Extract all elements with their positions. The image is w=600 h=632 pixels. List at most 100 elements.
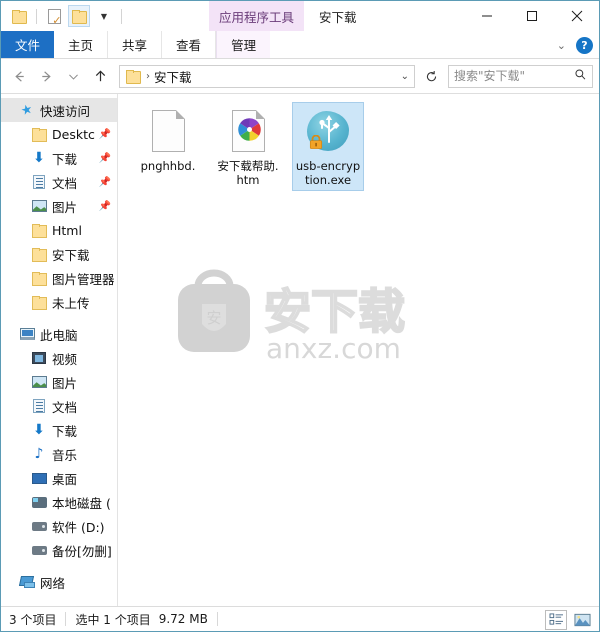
drive-icon [31,518,47,534]
download-icon: ⬇ [33,150,45,166]
usb-encryption-icon [304,107,352,155]
ribbon-right-controls: ⌄ ? [557,31,593,59]
sidebar-item-backup-drive[interactable]: 备份[勿删] [1,538,117,562]
file-grid: pnghhbd. 安下载帮助.htm usb-encryption.exe [118,94,599,199]
music-icon: ♪ [34,446,44,462]
sidebar-item-anxiazai[interactable]: 安下载 [1,242,117,266]
sidebar-item-local-disk[interactable]: 本地磁盘 ( [1,490,117,514]
star-pin-icon: ★ [19,101,35,119]
recent-locations-button[interactable] [61,64,86,89]
sidebar-item-pictures[interactable]: 图片 📌 [1,194,117,218]
folder-icon [31,294,47,310]
window-controls [464,1,599,31]
sidebar-item-documents[interactable]: 文档 📌 [1,170,117,194]
pin-icon: 📌 [98,128,111,140]
up-button[interactable] [88,64,113,89]
ribbon-tab-bar: 文件 主页 共享 查看 管理 ⌄ ? [1,31,599,59]
blank-document-icon [144,107,192,155]
folder-icon [31,126,47,142]
breadcrumb-separator: › [146,70,150,82]
chevron-down-icon[interactable]: ⌄ [557,39,566,52]
maximize-button[interactable] [509,1,554,31]
file-item[interactable]: 安下载帮助.htm [212,102,284,191]
documents-icon [31,174,47,190]
svg-text:安: 安 [206,309,221,327]
tab-file[interactable]: 文件 [1,31,55,58]
videos-icon [31,350,47,366]
address-bar: › 安下载 ⌄ [1,59,599,93]
pin-icon: 📌 [98,152,111,164]
pin-icon: 📌 [98,176,111,188]
tab-share[interactable]: 共享 [108,31,163,58]
forward-button[interactable] [34,64,59,89]
download-icon: ⬇ [33,422,45,438]
customize-dropdown-icon[interactable]: ▼ [93,5,115,27]
breadcrumb-current[interactable]: 安下载 [154,67,192,86]
folder-icon[interactable] [8,5,30,27]
help-icon[interactable]: ? [576,36,593,54]
search-box[interactable] [448,64,593,88]
tab-home[interactable]: 主页 [54,31,109,58]
view-toggle-group [545,607,593,632]
documents-icon [31,398,47,414]
sidebar-item-downloads[interactable]: ⬇ 下载 📌 [1,146,117,170]
sidebar-item-downloads-pc[interactable]: ⬇ 下载 [1,418,117,442]
navigation-pane[interactable]: ★ 快速访问 Desktc 📌 ⬇ 下载 📌 文档 📌 图片 📌 Html 安下… [1,94,118,606]
window-title: 安下载 [319,9,357,25]
sidebar-item-desktop-pc[interactable]: 桌面 [1,466,117,490]
sidebar-item-documents-pc[interactable]: 文档 [1,394,117,418]
explorer-body: ★ 快速访问 Desktc 📌 ⬇ 下载 📌 文档 📌 图片 📌 Html 安下… [1,93,599,606]
desktop-icon [31,470,47,486]
refresh-button[interactable] [420,65,442,88]
sidebar-item-music[interactable]: ♪ 音乐 [1,442,117,466]
file-name: pnghhbd. [140,159,196,173]
sidebar-item-network[interactable]: 网络 [1,570,117,594]
back-button[interactable] [7,64,32,89]
file-explorer-window: ▼ 应用程序工具 安下载 文件 主页 [0,0,600,632]
watermark-brand: 安下载 [264,285,405,340]
sidebar-item-desktop[interactable]: Desktc 📌 [1,122,117,146]
sidebar-item-pictures-pc[interactable]: 图片 [1,370,117,394]
pictures-icon [31,374,47,390]
selection-size: 9.72 MB [158,612,208,626]
properties-icon[interactable] [43,5,65,27]
sidebar-item-videos[interactable]: 视频 [1,346,117,370]
sidebar-item-this-pc[interactable]: 此电脑 [1,322,117,346]
file-name: 安下载帮助.htm [217,159,279,187]
file-name: usb-encryption.exe [295,159,361,187]
file-item[interactable]: usb-encryption.exe [292,102,364,191]
details-view-button[interactable] [545,609,567,630]
status-divider [65,612,67,626]
search-icon[interactable] [574,68,587,85]
tab-view[interactable]: 查看 [162,31,217,58]
file-list-pane[interactable]: 安 安下载 anxz.com pnghhbd. 安下载帮助.htm usb-en… [118,94,599,606]
pin-icon: 📌 [98,200,111,212]
status-bar: 3 个项目 选中 1 个项目 9.72 MB [1,606,599,631]
contextual-tab-app-tools[interactable]: 应用程序工具 [209,1,305,31]
large-icons-view-button[interactable] [571,610,593,630]
local-disk-icon [31,494,47,510]
quick-access-toolbar: ▼ [1,5,125,27]
sidebar-item-html[interactable]: Html [1,218,117,242]
watermark-site: anxz.com [266,332,401,365]
sidebar-item-drive-d[interactable]: 软件 (D:) [1,514,117,538]
close-button[interactable] [554,1,599,31]
new-folder-icon[interactable] [68,5,90,27]
breadcrumb-folder-icon [126,70,141,84]
sidebar-item-image-manager[interactable]: 图片管理器 [1,266,117,290]
breadcrumb[interactable]: › 安下载 ⌄ [119,64,415,88]
item-count: 3 个项目 [9,612,57,627]
selection-count: 选中 1 个项目 [75,612,151,627]
sidebar-item-quick-access[interactable]: ★ 快速访问 [1,98,117,122]
drive-icon [31,542,47,558]
breadcrumb-dropdown-icon[interactable]: ⌄ [401,71,409,82]
watermark-logo: 安 安下载 anxz.com [178,269,406,365]
search-input[interactable] [454,69,574,83]
tab-manage[interactable]: 管理 [216,31,271,58]
sidebar-item-not-uploaded[interactable]: 未上传 [1,290,117,314]
file-item[interactable]: pnghhbd. [132,102,204,191]
minimize-button[interactable] [464,1,509,31]
folder-icon [31,222,47,238]
